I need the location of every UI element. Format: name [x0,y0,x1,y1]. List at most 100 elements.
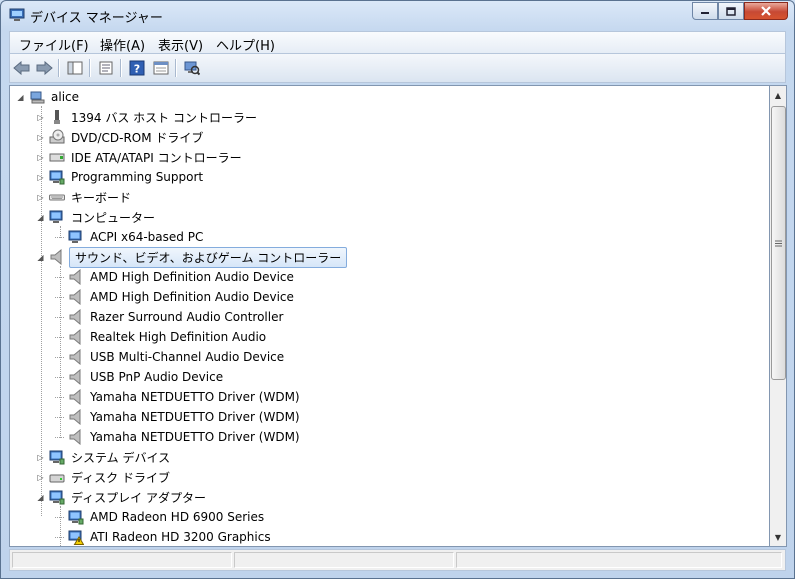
collapsed-arrow-icon[interactable]: ▷ [36,153,45,162]
tree-device[interactable]: USB Multi-Channel Audio Device [55,347,286,367]
tree-category[interactable]: ◢ ディスプレイ アダプター [36,487,208,507]
tree-device[interactable]: Realtek High Definition Audio [55,327,268,347]
collapsed-arrow-icon[interactable]: ▷ [36,173,45,182]
menu-file[interactable]: ファイル(F) [19,35,89,54]
monitor-warning-icon [68,530,84,545]
expanded-arrow-icon[interactable]: ◢ [36,213,45,222]
view-button[interactable] [151,59,171,77]
tree-device[interactable]: Yamaha NETDUETTO Driver (WDM) [55,427,302,447]
speaker-icon [69,429,81,445]
collapsed-arrow-icon[interactable]: ▷ [36,473,45,482]
tree-item-label: Yamaha NETDUETTO Driver (WDM) [90,410,300,424]
tree-item-label: システム デバイス [71,450,171,465]
forward-arrow-icon [36,61,53,75]
ide-icon [49,153,65,162]
properties-button[interactable] [96,59,116,77]
tree-category[interactable]: ▷ ディスク ドライブ [36,467,172,487]
status-segment [12,552,232,568]
speaker-icon [69,269,81,285]
tree-device[interactable]: Yamaha NETDUETTO Driver (WDM) [55,407,302,427]
title-bar[interactable]: デバイス マネージャー [1,1,794,31]
show-hide-tree-button[interactable] [65,59,85,77]
speaker-icon [69,309,81,325]
scroll-thumb[interactable] [771,106,786,380]
toolbar-separator [120,59,121,77]
grip-icon [775,240,782,246]
tree-item-label: IDE ATA/ATAPI コントローラー [71,150,242,165]
tree-item-label: ATI Radeon HD 3200 Graphics [90,530,271,544]
tree-leaf-spacer [55,276,64,278]
tree-device[interactable]: Yamaha NETDUETTO Driver (WDM) [55,387,302,407]
tree-leaf-spacer [55,356,64,358]
view-icon [153,61,169,75]
speaker-icon [50,249,62,265]
menu-view[interactable]: 表示(V) [158,35,203,54]
tree-device[interactable]: USB PnP Audio Device [55,367,225,387]
toolbar-separator [175,59,176,77]
tree-leaf-spacer [55,416,64,418]
tree-item-label: DVD/CD-ROM ドライブ [71,130,204,145]
monitor-icon [49,450,65,465]
tree-leaf-spacer [55,396,64,398]
device-manager-icon [9,8,25,21]
monitor-icon [68,510,84,525]
tree-item-label: Yamaha NETDUETTO Driver (WDM) [90,430,300,444]
tree-leaf-spacer [55,516,64,518]
tree-category[interactable]: ◢ サウンド、ビデオ、およびゲーム コントローラー [36,246,348,268]
expanded-arrow-icon[interactable]: ◢ [36,493,45,502]
forward-button[interactable] [34,59,54,77]
speaker-icon [69,329,81,345]
properties-icon [99,61,113,75]
tree-device[interactable]: Razer Surround Audio Controller [55,307,285,327]
tree-root[interactable]: ◢ alice [16,87,81,107]
tree-category[interactable]: ▷ キーボード [36,187,133,207]
toolbar-separator [89,59,90,77]
device-tree[interactable]: ◢ alice ▷ 1394 バス ホスト コントローラー ▷ DVD/CD-ROM … [9,85,770,547]
tree-category[interactable]: ▷ DVD/CD-ROM ドライブ [36,127,205,147]
tree-device[interactable]: AMD Radeon HD 6900 Series [55,507,266,527]
tree-leaf-spacer [55,436,64,438]
expanded-arrow-icon[interactable]: ◢ [36,253,45,262]
menu-help[interactable]: ヘルプ(H) [216,35,275,54]
scroll-down-arrow-icon: ▼ [774,532,782,542]
tree-item-label: サウンド、ビデオ、およびゲーム コントローラー [69,246,348,268]
disk-icon [49,474,65,483]
tree-item-label: ディスク ドライブ [71,470,170,485]
scroll-down-button[interactable]: ▼ [770,529,786,545]
collapsed-arrow-icon[interactable]: ▷ [36,133,45,142]
maximize-button[interactable] [718,2,744,20]
tree-device[interactable]: ATI Radeon HD 3200 Graphics [55,527,273,546]
back-arrow-icon [13,61,30,75]
tree-category[interactable]: ▷ 1394 バス ホスト コントローラー [36,107,259,127]
collapsed-arrow-icon[interactable]: ▷ [36,113,45,122]
tree-device[interactable]: AMD High Definition Audio Device [55,287,296,307]
tree-category[interactable]: ▷ IDE ATA/ATAPI コントローラー [36,147,244,167]
menu-bar: ファイル(F) 操作(A) 表示(V) ヘルプ(H) [9,31,786,54]
scan-hardware-button[interactable] [182,59,202,77]
status-segment [234,552,454,568]
collapsed-arrow-icon[interactable]: ▷ [36,453,45,462]
tree-category[interactable]: ▷ Programming Support [36,167,205,187]
tree-leaf-spacer [55,316,64,318]
vertical-scrollbar[interactable]: ▲ ▼ [770,85,787,547]
tree-device[interactable]: ACPI x64-based PC [55,227,205,247]
tree-category[interactable]: ◢ コンピューター [36,207,157,227]
back-button[interactable] [12,59,32,77]
tree-category[interactable]: ▷ システム デバイス [36,447,172,467]
menu-action[interactable]: 操作(A) [100,35,145,54]
maximize-icon [726,6,736,16]
close-button[interactable] [744,2,788,20]
collapsed-arrow-icon[interactable]: ▷ [36,193,45,202]
expanded-arrow-icon[interactable]: ◢ [16,93,25,102]
minimize-button[interactable] [692,2,718,20]
computer-icon [49,210,63,223]
tree-device[interactable]: AMD High Definition Audio Device [55,267,296,287]
tree-item-label: Yamaha NETDUETTO Driver (WDM) [90,390,300,404]
close-icon [761,6,771,16]
bus-icon [54,110,60,124]
tree-leaf-spacer [55,236,64,238]
help-button[interactable]: ? [127,59,147,77]
scroll-up-button[interactable]: ▲ [770,87,786,103]
device-manager-window: デバイス マネージャー ファイル(F) 操作(A) 表示(V) ヘルプ(H) ?… [0,0,795,579]
help-icon: ? [129,60,145,76]
